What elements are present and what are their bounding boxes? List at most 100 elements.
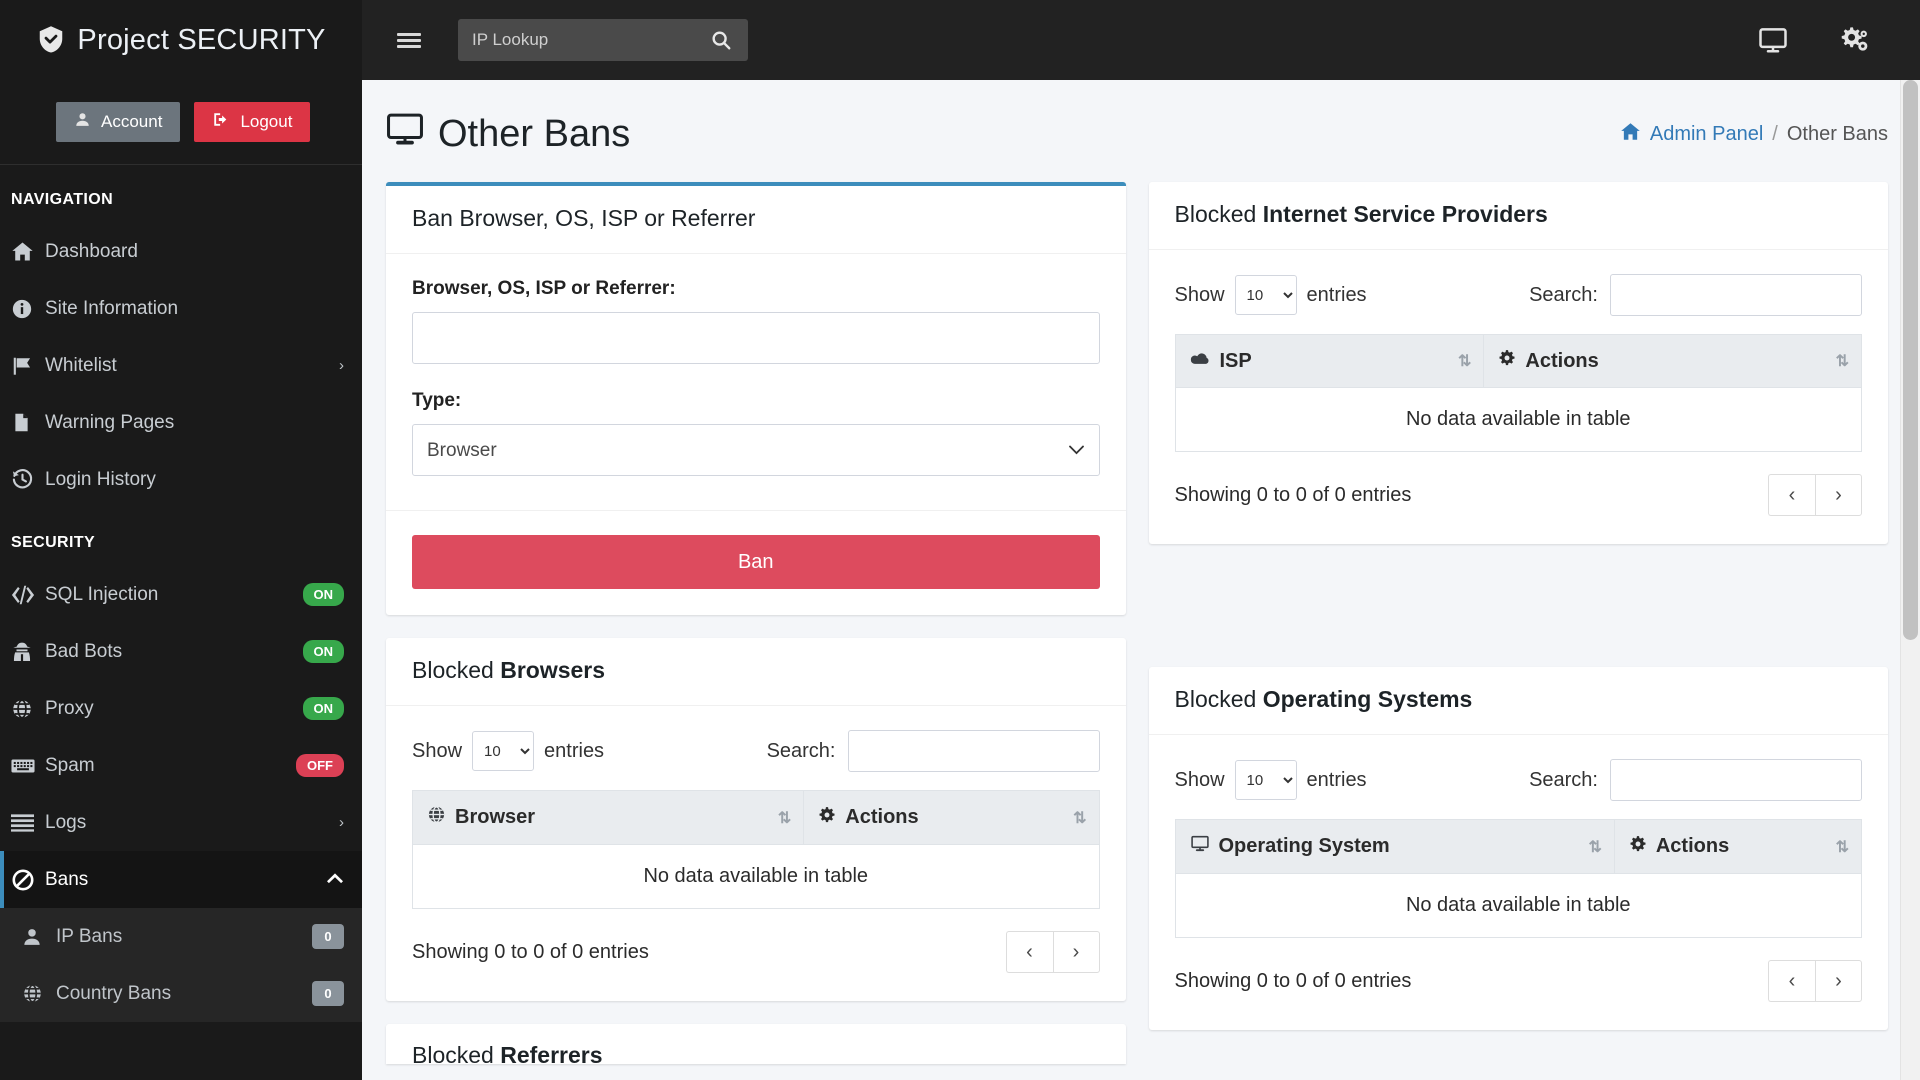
title-prefix: Blocked (412, 1042, 500, 1064)
sort-icon: ⇅ (1836, 351, 1847, 371)
prev-page-button[interactable]: ‹ (1768, 960, 1815, 1002)
table-search-input[interactable] (1610, 759, 1862, 801)
sidebar-item-login-history[interactable]: Login History (0, 451, 362, 508)
column-header-browser[interactable]: Browser ⇅ (413, 791, 804, 845)
shield-check-icon (36, 25, 66, 55)
ban-form-footer: Ban (386, 510, 1126, 615)
table-search-input[interactable] (1610, 274, 1862, 316)
sidebar-item-label: Warning Pages (45, 412, 344, 434)
cloud-icon (1190, 350, 1211, 373)
flag-icon (11, 355, 45, 377)
navbar-right-icons (1758, 24, 1896, 56)
blocked-os-title: Blocked Operating Systems (1149, 667, 1889, 735)
sidebar-item-label: Bans (45, 869, 326, 891)
hamburger-icon[interactable] (386, 17, 432, 63)
sidebar-item-sql-injection[interactable]: SQL Injection ON (0, 566, 362, 623)
scrollbar-thumb[interactable] (1903, 80, 1918, 640)
title-bold: Internet Service Providers (1263, 201, 1548, 227)
home-icon (11, 240, 45, 263)
column-header-actions[interactable]: Actions ⇅ (1614, 820, 1861, 874)
sidebar-item-bad-bots[interactable]: Bad Bots ON (0, 623, 362, 680)
page-length-select[interactable]: 10 25 50 100 (472, 731, 534, 771)
sidebar-item-label: Country Bans (56, 983, 312, 1005)
column-label: Actions (1656, 835, 1729, 858)
sidebar-item-ip-bans[interactable]: IP Bans 0 (0, 908, 362, 965)
next-page-button[interactable]: › (1815, 960, 1862, 1002)
table-header-row: Operating System ⇅ Actions (1175, 820, 1862, 874)
blocked-os-body: Show 10 25 50 100 entries Search (1149, 735, 1889, 1030)
sidebar-item-label: Logs (45, 812, 339, 834)
entries-label: entries (1307, 284, 1367, 307)
sidebar-item-spam[interactable]: Spam OFF (0, 737, 362, 794)
count-badge: 0 (312, 981, 344, 1006)
account-button[interactable]: Account (56, 102, 180, 142)
file-icon (11, 412, 45, 433)
sidebar-item-warning-pages[interactable]: Warning Pages (0, 394, 362, 451)
breadcrumb-home-label: Admin Panel (1650, 123, 1763, 146)
column-label: ISP (1220, 350, 1252, 373)
search-label: Search: (767, 740, 836, 763)
status-badge: ON (303, 697, 345, 720)
sidebar-item-dashboard[interactable]: Dashboard (0, 223, 362, 280)
search-label: Search: (1529, 769, 1598, 792)
ban-form-body: Browser, OS, ISP or Referrer: Type: Brow… (386, 254, 1126, 510)
search-input[interactable] (472, 30, 708, 50)
globe-icon (11, 698, 45, 720)
sort-icon: ⇅ (778, 808, 789, 828)
table-search-input[interactable] (848, 730, 1100, 772)
page-length-control: Show 10 25 50 100 entries (1175, 275, 1367, 315)
globe-icon (22, 983, 56, 1004)
title-prefix: Blocked (1175, 686, 1263, 712)
logout-button[interactable]: Logout (194, 102, 310, 142)
sidebar-item-proxy[interactable]: Proxy ON (0, 680, 362, 737)
table-empty-row: No data available in table (1175, 388, 1862, 452)
datatable-controls: Show 10 25 50 100 entries Search (412, 730, 1100, 772)
blocked-referrers-card-peek: Blocked Referrers (386, 1024, 1126, 1064)
page-length-select[interactable]: 10 25 50 100 (1235, 760, 1297, 800)
column-header-isp[interactable]: ISP ⇅ (1175, 335, 1484, 388)
content-grid: Ban Browser, OS, ISP or Referrer Browser… (362, 182, 1920, 1064)
next-page-button[interactable]: › (1815, 474, 1862, 516)
main-content: Other Bans Admin Panel / Other Bans Ban … (362, 80, 1920, 1080)
page-scrollbar[interactable] (1900, 80, 1920, 1080)
blocked-os-table: Operating System ⇅ Actions (1175, 819, 1863, 938)
search-icon[interactable] (708, 29, 734, 51)
ip-lookup-search[interactable] (458, 19, 748, 61)
sidebar-item-country-bans[interactable]: Country Bans 0 (0, 965, 362, 1022)
page-length-select[interactable]: 10 25 50 100 (1235, 275, 1297, 315)
next-page-button[interactable]: › (1053, 931, 1100, 973)
brand-logo[interactable]: Project SECURITY (0, 0, 362, 80)
blocked-browsers-table: Browser ⇅ Actions ⇅ (412, 790, 1100, 909)
datatable-footer: Showing 0 to 0 of 0 entries ‹ › (1175, 960, 1863, 1002)
sidebar-item-bans[interactable]: Bans (0, 851, 362, 908)
ban-form-title: Ban Browser, OS, ISP or Referrer (386, 186, 1126, 254)
datatable-controls: Show 10 25 50 100 entries Search (1175, 274, 1863, 316)
table-info: Showing 0 to 0 of 0 entries (1175, 970, 1412, 993)
gears-icon[interactable] (1838, 24, 1870, 56)
column-header-actions[interactable]: Actions ⇅ (804, 791, 1099, 845)
datatable-search: Search: (1529, 759, 1862, 801)
sidebar-item-logs[interactable]: Logs › (0, 794, 362, 851)
monitor-icon[interactable] (1758, 25, 1788, 55)
sort-icon: ⇅ (1836, 837, 1847, 857)
column-header-actions[interactable]: Actions ⇅ (1484, 335, 1862, 388)
ban-target-input[interactable] (412, 312, 1100, 364)
code-icon (11, 585, 45, 605)
column-label: Actions (1525, 350, 1598, 373)
datatable-search: Search: (767, 730, 1100, 772)
sidebar-item-site-information[interactable]: Site Information (0, 280, 362, 337)
sidebar-item-whitelist[interactable]: Whitelist › (0, 337, 362, 394)
home-icon (1620, 121, 1641, 148)
ban-type-select[interactable]: Browser Operating System ISP Referrer (412, 424, 1100, 476)
sort-icon: ⇅ (1458, 351, 1469, 371)
column-header-operating-system[interactable]: Operating System ⇅ (1175, 820, 1614, 874)
globe-icon (427, 805, 446, 830)
ban-submit-button[interactable]: Ban (412, 535, 1100, 589)
history-icon (11, 468, 45, 491)
datatable-footer: Showing 0 to 0 of 0 entries ‹ › (412, 931, 1100, 973)
prev-page-button[interactable]: ‹ (1006, 931, 1053, 973)
breadcrumb-home-link[interactable]: Admin Panel (1620, 121, 1763, 148)
prev-page-button[interactable]: ‹ (1768, 474, 1815, 516)
title-bold: Browsers (500, 657, 605, 683)
page-length-control: Show 10 25 50 100 entries (412, 731, 604, 771)
